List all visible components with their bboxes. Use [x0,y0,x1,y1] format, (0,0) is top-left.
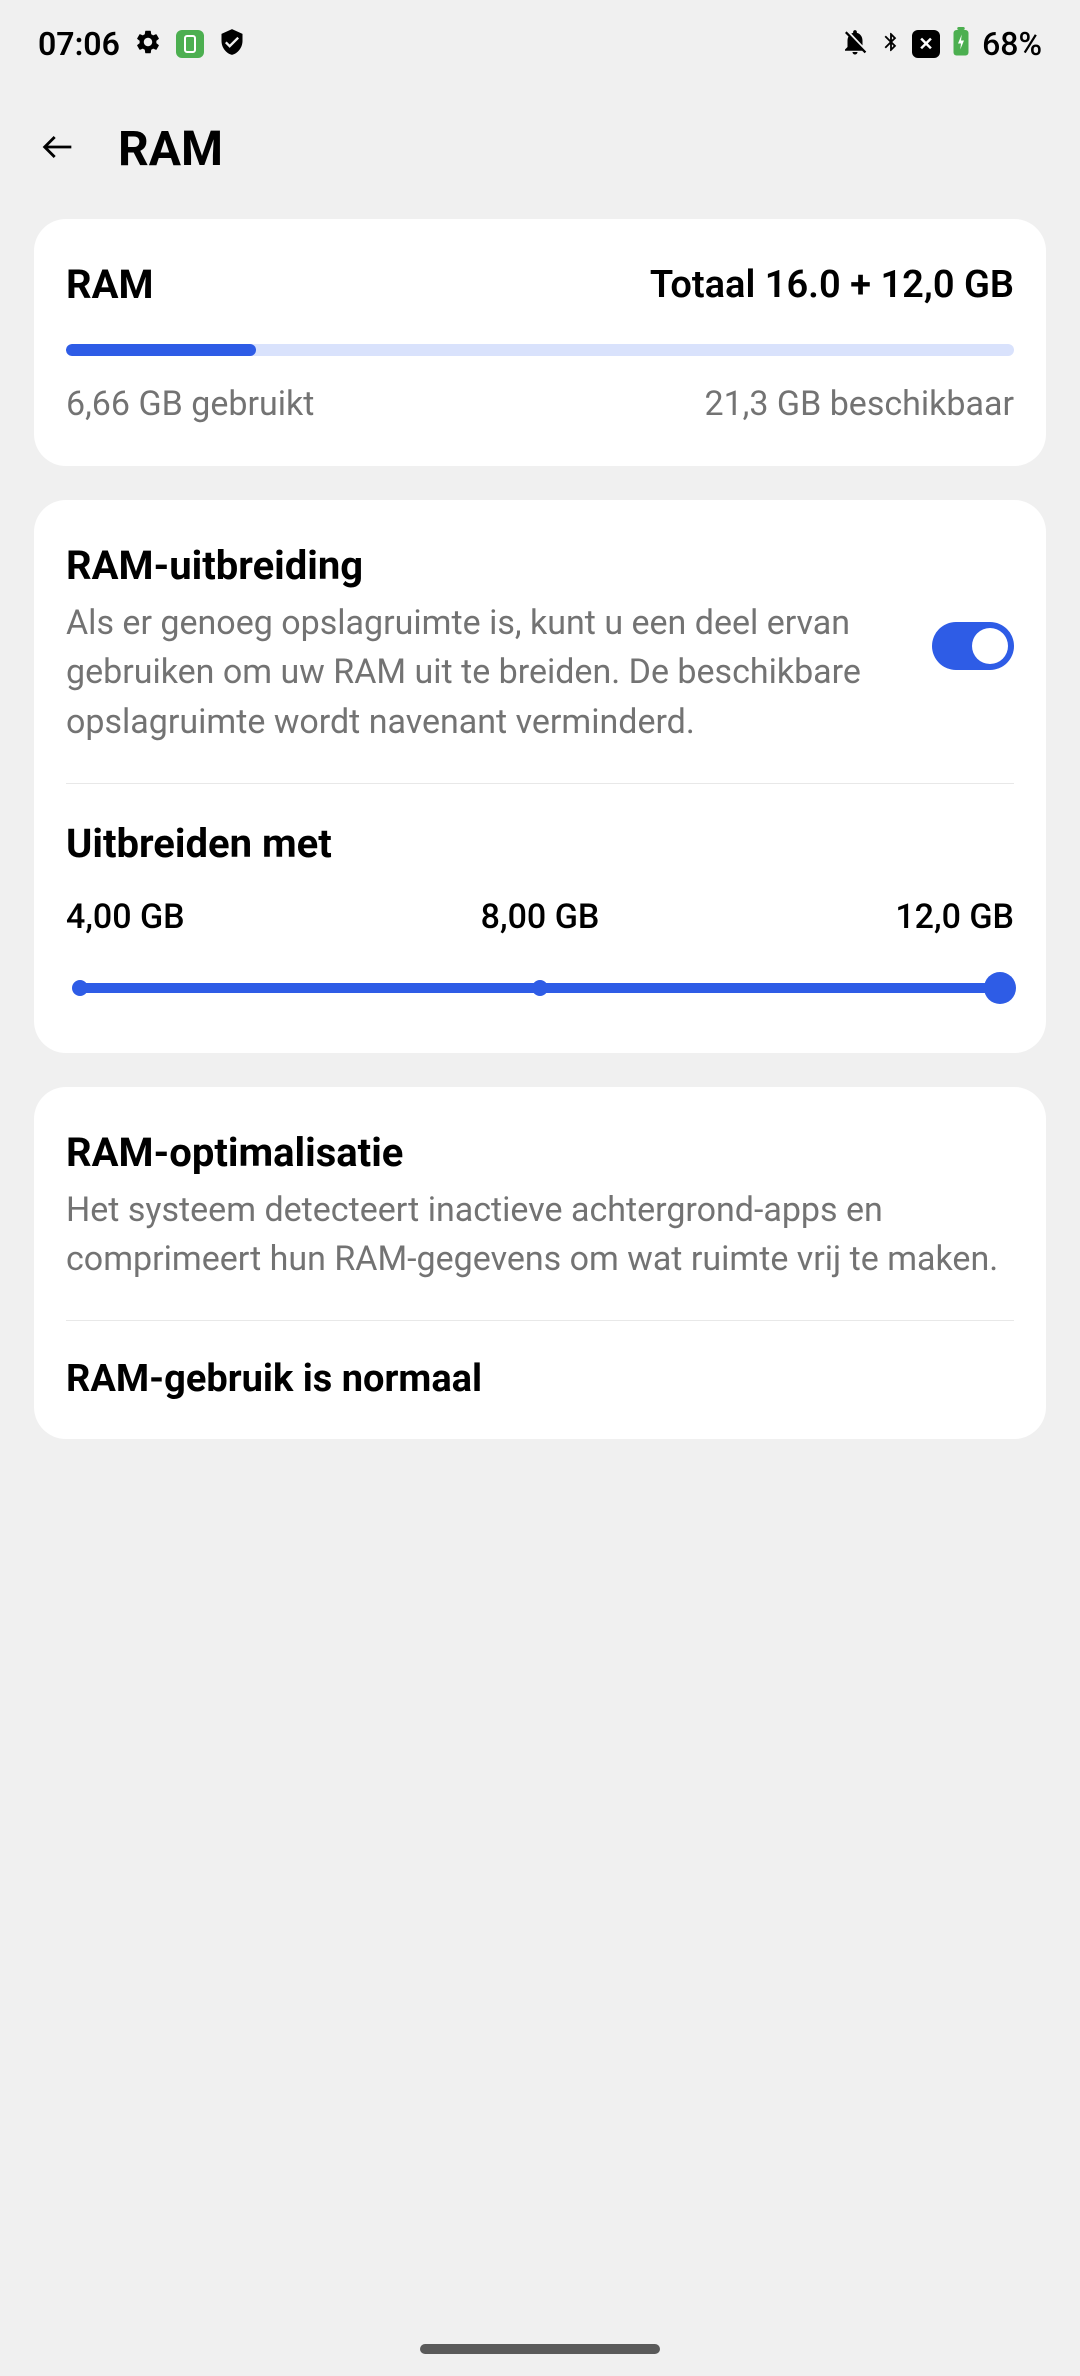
slider-container [66,983,1014,1011]
ram-progress-fill [66,344,256,356]
ram-usage-status[interactable]: RAM-gebruik is normaal [66,1357,1014,1401]
ram-header: RAM Totaal 16.0 + 12,0 GB [66,261,1014,308]
back-arrow-icon[interactable] [38,127,78,171]
battery-percent: 68% [982,25,1042,63]
expansion-slider[interactable] [80,983,1000,993]
bluetooth-icon [880,27,902,61]
slider-option-2: 12,0 GB [895,897,1014,937]
shield-icon [218,28,246,60]
ram-usage-card: RAM Totaal 16.0 + 12,0 GB 6,66 GB gebrui… [34,219,1046,466]
extend-title: Uitbreiden met [66,820,1014,867]
ram-available: 21,3 GB beschikbaar [704,384,1014,424]
status-bar: 07:06 ✕ 68% [0,0,1080,80]
toggle-knob [972,628,1008,664]
app-icon [176,30,204,58]
close-box-icon: ✕ [912,30,940,58]
status-time: 07:06 [38,25,120,63]
ram-progress-bar [66,344,1014,356]
expansion-row: RAM-uitbreiding Als er genoeg opslagruim… [66,542,1014,747]
status-left: 07:06 [38,25,246,63]
slider-labels: 4,00 GB 8,00 GB 12,0 GB [66,897,1014,937]
ram-total: Totaal 16.0 + 12,0 GB [650,263,1014,307]
slider-option-0: 4,00 GB [66,897,185,937]
expansion-title: RAM-uitbreiding [66,542,902,589]
slider-tick-0 [72,980,88,996]
page-header: RAM [0,80,1080,219]
notification-off-icon [840,27,870,61]
expansion-description: Als er genoeg opslagruimte is, kunt u ee… [66,599,902,747]
slider-option-1: 8,00 GB [481,897,600,937]
ram-label: RAM [66,261,154,308]
battery-charging-icon [950,27,972,61]
gear-icon [134,28,162,60]
status-right: ✕ 68% [840,25,1042,63]
navigation-bar-indicator[interactable] [420,2344,660,2354]
ram-optimization-card: RAM-optimalisatie Het systeem detecteert… [34,1087,1046,1440]
expansion-toggle[interactable] [932,622,1014,670]
divider [66,1320,1014,1321]
slider-thumb[interactable] [984,972,1016,1004]
ram-used: 6,66 GB gebruikt [66,384,314,424]
slider-tick-1 [532,980,548,996]
ram-stats: 6,66 GB gebruikt 21,3 GB beschikbaar [66,384,1014,424]
optimization-title: RAM-optimalisatie [66,1129,1014,1176]
divider [66,783,1014,784]
expansion-text: RAM-uitbreiding Als er genoeg opslagruim… [66,542,902,747]
page-title: RAM [118,120,223,177]
ram-expansion-card: RAM-uitbreiding Als er genoeg opslagruim… [34,500,1046,1053]
optimization-description: Het systeem detecteert inactieve achterg… [66,1186,1014,1285]
